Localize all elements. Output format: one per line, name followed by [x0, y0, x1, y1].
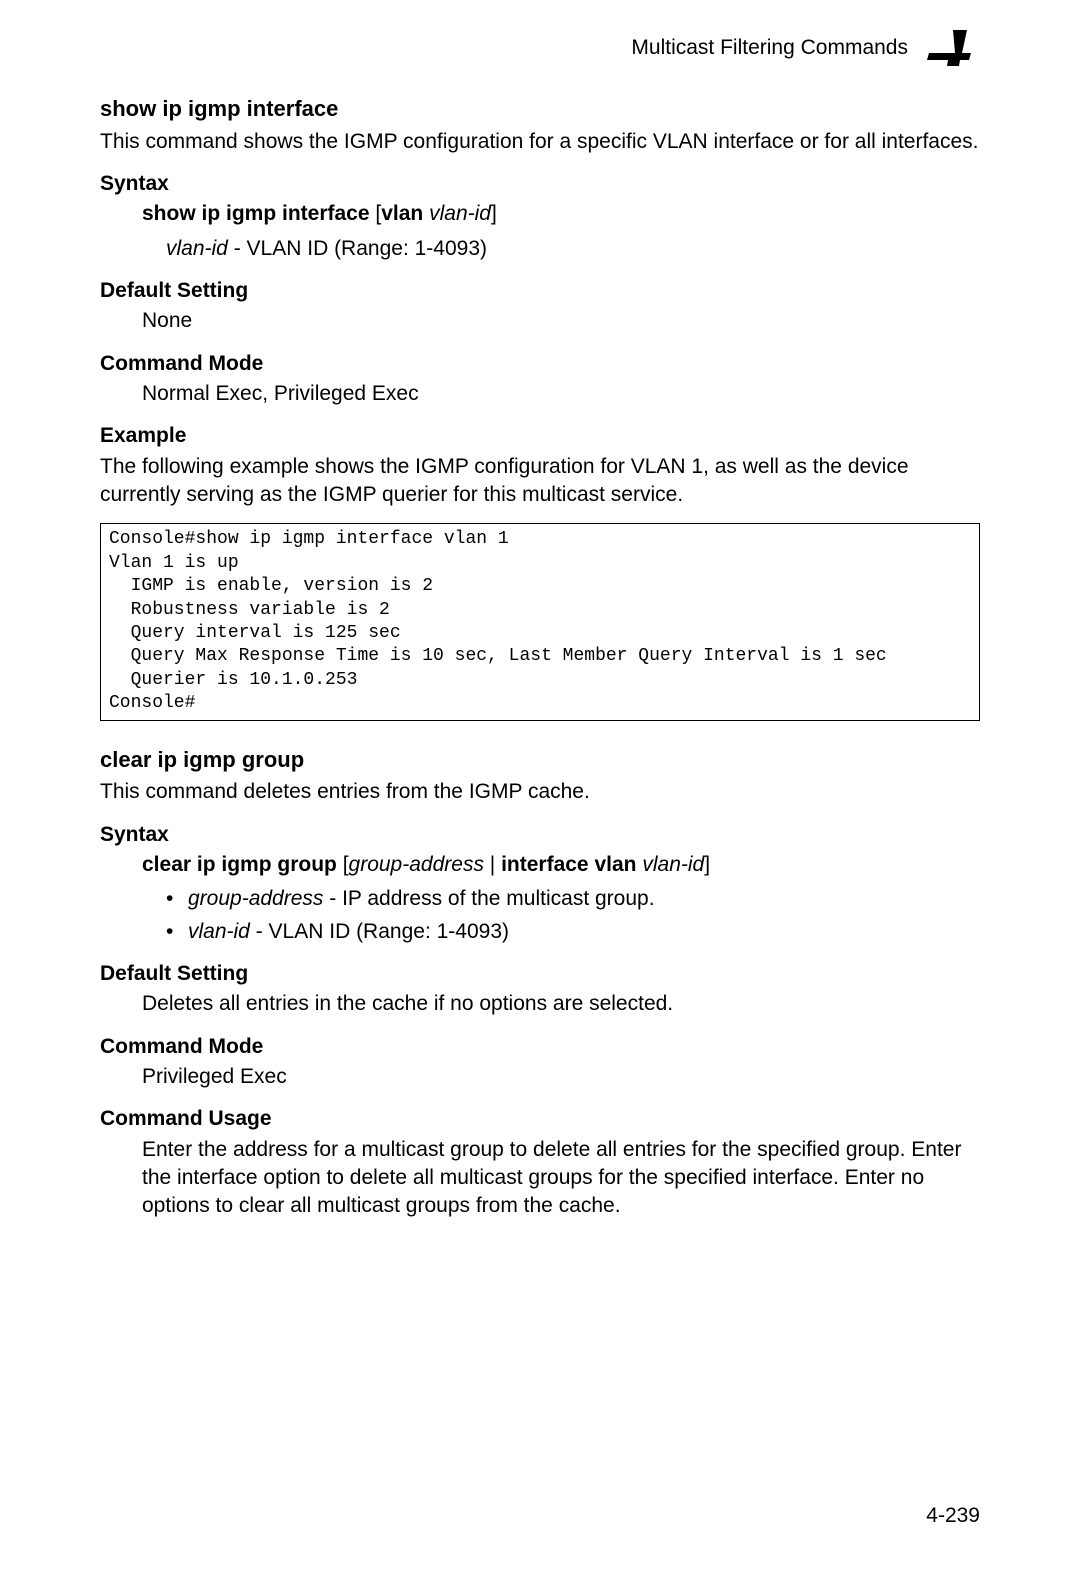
- syntax-line: show ip igmp interface [vlan vlan-id]: [142, 200, 980, 228]
- syntax-label: Syntax: [100, 821, 980, 849]
- param-line: vlan-id - VLAN ID (Range: 1-4093): [166, 235, 980, 263]
- command-mode-label: Command Mode: [100, 350, 980, 378]
- syntax-italic: vlan-id: [642, 853, 704, 876]
- page-number: 4-239: [926, 1502, 980, 1530]
- intro-text: This command shows the IGMP configuratio…: [100, 128, 980, 156]
- example-intro: The following example shows the IGMP con…: [100, 453, 980, 510]
- default-setting-label: Default Setting: [100, 277, 980, 305]
- syntax-label: Syntax: [100, 170, 980, 198]
- param-italic: group-address: [188, 887, 323, 910]
- command-mode-label: Command Mode: [100, 1033, 980, 1061]
- page: Multicast Filtering Commands show ip igm…: [0, 0, 1080, 1570]
- command-mode-value: Normal Exec, Privileged Exec: [142, 380, 980, 408]
- syntax-italic: group-address: [349, 853, 484, 876]
- command-title-show-ip-igmp-interface: show ip igmp interface: [100, 94, 980, 124]
- command-title-clear-ip-igmp-group: clear ip igmp group: [100, 745, 980, 775]
- syntax-italic: vlan-id: [429, 202, 491, 225]
- syntax-bold: clear ip igmp group: [142, 853, 337, 876]
- param-text: - VLAN ID (Range: 1-4093): [250, 920, 509, 943]
- syntax-bold: vlan: [594, 853, 636, 876]
- syntax-text: ]: [491, 202, 497, 225]
- command-usage-value: Enter the address for a multicast group …: [142, 1136, 980, 1221]
- default-setting-value: None: [142, 307, 980, 335]
- param-italic: vlan-id: [166, 237, 228, 260]
- list-item: vlan-id - VLAN ID (Range: 1-4093): [166, 918, 980, 946]
- list-item: group-address - IP address of the multic…: [166, 885, 980, 913]
- command-usage-label: Command Usage: [100, 1105, 980, 1133]
- syntax-bold: vlan: [381, 202, 423, 225]
- header-title: Multicast Filtering Commands: [631, 34, 908, 62]
- param-list: group-address - IP address of the multic…: [166, 885, 980, 946]
- default-setting-value: Deletes all entries in the cache if no o…: [142, 990, 980, 1018]
- param-text: - VLAN ID (Range: 1-4093): [228, 237, 487, 260]
- example-label: Example: [100, 422, 980, 450]
- param-italic: vlan-id: [188, 920, 250, 943]
- default-setting-label: Default Setting: [100, 960, 980, 988]
- command-mode-value: Privileged Exec: [142, 1063, 980, 1091]
- syntax-text: |: [484, 853, 501, 876]
- param-text: - IP address of the multicast group.: [323, 887, 654, 910]
- intro-text: This command deletes entries from the IG…: [100, 778, 980, 806]
- syntax-bold: show ip igmp interface: [142, 202, 370, 225]
- code-block: Console#show ip igmp interface vlan 1 Vl…: [100, 523, 980, 720]
- syntax-text: [: [370, 202, 382, 225]
- syntax-text: ]: [704, 853, 710, 876]
- syntax-bold: interface: [501, 853, 589, 876]
- syntax-line: clear ip igmp group [group-address | int…: [142, 851, 980, 879]
- page-header: Multicast Filtering Commands: [100, 30, 980, 66]
- syntax-text: [: [337, 853, 349, 876]
- chapter-number-icon: [922, 30, 980, 66]
